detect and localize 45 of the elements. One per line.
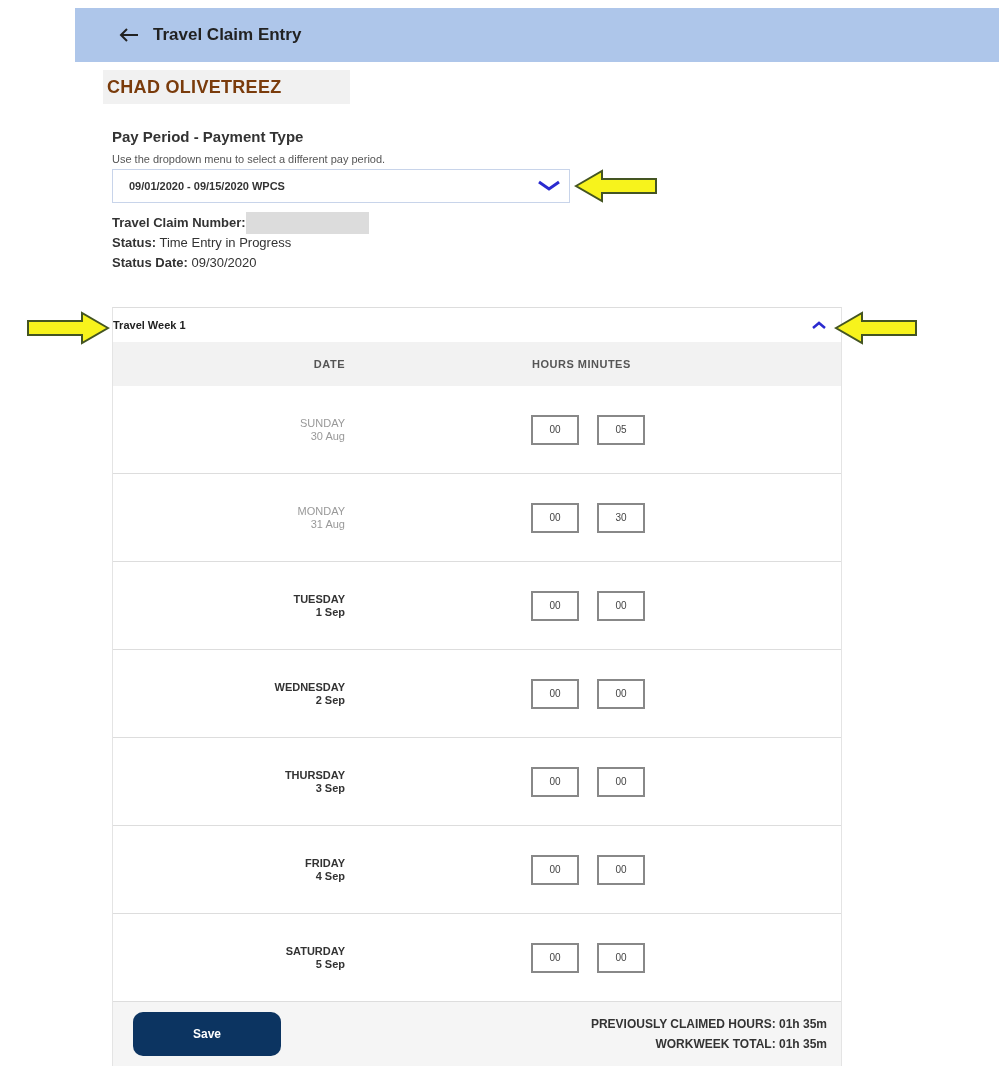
employee-name: CHAD OLIVETREEZ [103,70,350,104]
status-date-text: Status Date: 09/30/2020 [112,254,257,272]
day-date: 30 Aug [310,429,345,443]
save-button[interactable]: Save [133,1012,281,1056]
day-name: SATURDAY [285,944,345,958]
hours-field[interactable]: 00 [531,678,579,709]
day-name: SUNDAY [299,416,345,430]
minutes-field[interactable]: 00 [597,942,645,973]
day-date: 1 Sep [315,605,345,619]
workweek-total-text: WORKWEEK TOTAL: 01h 35m [655,1036,827,1053]
minutes-field[interactable]: 00 [597,678,645,709]
hint-text: Use the dropdown menu to select a different pay period. [112,153,387,165]
column-header: HOURS MINUTES [532,358,631,370]
minutes-field: 30 [597,502,645,533]
status-text: Status: Time Entry in Progress [112,234,292,252]
claim-number-label: Travel Claim Number: [112,214,246,232]
minutes-field[interactable]: 00 [597,854,645,885]
day-date: 2 Sep [315,693,345,707]
chevron-down-icon [537,180,561,192]
week-title[interactable]: Travel Week 1 [113,319,186,331]
column-header: DATE [312,358,345,370]
minutes-field[interactable]: 00 [597,590,645,621]
previously-claimed-text: PREVIOUSLY CLAIMED HOURS: 01h 35m [590,1016,827,1033]
page-title: Travel Claim Entry [153,25,302,45]
day-name: FRIDAY [305,856,345,870]
hours-field: 00 [531,414,579,445]
day-date: 31 Aug [310,517,345,531]
pay-period-dropdown[interactable]: 09/01/2020 - 09/15/2020 WPCS [112,169,570,203]
chevron-up-icon[interactable] [811,320,827,330]
back-arrow-icon[interactable] [119,28,139,42]
section-heading: Pay Period - Payment Type [112,128,305,145]
minutes-field: 05 [597,414,645,445]
hours-field[interactable]: 00 [531,942,579,973]
day-date: 4 Sep [315,869,345,883]
hours-field[interactable]: 00 [531,854,579,885]
day-name: WEDNESDAY [274,680,345,694]
hours-field: 00 [531,502,579,533]
minutes-field[interactable]: 00 [597,766,645,797]
day-name: THURSDAY [284,768,345,782]
day-name: TUESDAY [293,592,345,606]
day-date: 3 Sep [315,781,345,795]
day-date: 5 Sep [315,957,345,971]
hours-field[interactable]: 00 [531,766,579,797]
day-name: MONDAY [297,504,345,518]
hours-field[interactable]: 00 [531,590,579,621]
